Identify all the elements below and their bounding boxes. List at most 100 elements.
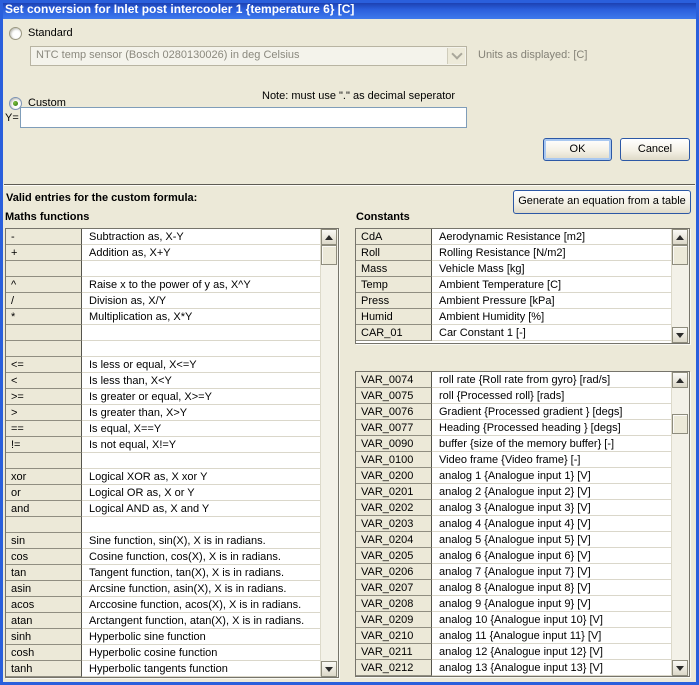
table-row[interactable]: asinArcsine function, asin(X), X is in r…	[6, 581, 321, 597]
table-row[interactable]: VAR_0201analog 2 {Analogue input 2} [V]	[356, 484, 672, 500]
table-row[interactable]: orLogical OR as, X or Y	[6, 485, 321, 501]
combo-dropdown-button[interactable]	[447, 48, 465, 64]
table-row[interactable]: cosCosine function, cos(X), X is in radi…	[6, 549, 321, 565]
row-description	[82, 517, 321, 533]
cancel-button[interactable]: Cancel	[620, 138, 690, 161]
table-row[interactable]: VAR_0204analog 5 {Analogue input 5} [V]	[356, 532, 672, 548]
table-row[interactable]: MassVehicle Mass [kg]	[356, 261, 672, 277]
row-key: cosh	[6, 645, 82, 661]
maths-scrollbar[interactable]	[320, 229, 338, 677]
table-row[interactable]: VAR_0203analog 4 {Analogue input 4} [V]	[356, 516, 672, 532]
table-row[interactable]: VAR_0077Heading {Processed heading } [de…	[356, 420, 672, 436]
title-bar[interactable]: Set conversion for Inlet post intercoole…	[0, 0, 699, 19]
row-key: CdA	[356, 229, 432, 245]
scroll-down-button[interactable]	[672, 327, 688, 343]
table-row[interactable]: VAR_0212analog 13 {Analogue input 13} [V…	[356, 660, 672, 676]
table-row[interactable]: andLogical AND as, X and Y	[6, 501, 321, 517]
variables-scrollbar[interactable]	[671, 372, 689, 676]
table-row[interactable]	[6, 453, 321, 469]
row-description: analog 11 {Analogue input 11} [V]	[432, 628, 672, 644]
table-row[interactable]: ==Is equal, X==Y	[6, 421, 321, 437]
table-row[interactable]	[6, 517, 321, 533]
scroll-down-icon	[676, 666, 684, 671]
table-row[interactable]: tanhHyperbolic tangents function	[6, 661, 321, 677]
table-row[interactable]: RollRolling Resistance [N/m2]	[356, 245, 672, 261]
row-description: Hyperbolic cosine function	[82, 645, 321, 661]
scroll-up-button[interactable]	[672, 229, 688, 245]
table-row[interactable]: <=Is less or equal, X<=Y	[6, 357, 321, 373]
standard-radio[interactable]	[9, 27, 22, 40]
table-row[interactable]: VAR_0211analog 12 {Analogue input 12} [V…	[356, 644, 672, 660]
table-row[interactable]: atanArctangent function, atan(X), X is i…	[6, 613, 321, 629]
variables-list: VAR_0074roll rate {Roll rate from gyro} …	[355, 371, 690, 677]
row-description: Multiplication as, X*Y	[82, 309, 321, 325]
table-row[interactable]: sinSine function, sin(X), X is in radian…	[6, 533, 321, 549]
scroll-down-button[interactable]	[321, 661, 337, 677]
table-row[interactable]: VAR_0208analog 9 {Analogue input 9} [V]	[356, 596, 672, 612]
table-row[interactable]: CdAAerodynamic Resistance [m2]	[356, 229, 672, 245]
table-row[interactable]: TempAmbient Temperature [C]	[356, 277, 672, 293]
table-row[interactable]	[6, 341, 321, 357]
table-row[interactable]: PressAmbient Pressure [kPa]	[356, 293, 672, 309]
row-key: Roll	[356, 245, 432, 261]
table-row[interactable]: ^Raise x to the power of y as, X^Y	[6, 277, 321, 293]
constants-scrollbar[interactable]	[671, 229, 689, 343]
table-row[interactable]: <Is less than, X<Y	[6, 373, 321, 389]
table-row[interactable]: VAR_0076Gradient {Processed gradient } […	[356, 404, 672, 420]
table-row[interactable]: VAR_0200analog 1 {Analogue input 1} [V]	[356, 468, 672, 484]
scroll-up-button[interactable]	[672, 372, 688, 388]
table-row[interactable]: VAR_0209analog 10 {Analogue input 10} [V…	[356, 612, 672, 628]
scrollbar-thumb[interactable]	[672, 414, 688, 434]
table-row[interactable]: VAR_0090buffer {size of the memory buffe…	[356, 436, 672, 452]
sensor-combobox-value: NTC temp sensor (Bosch 0280130026) in de…	[36, 49, 300, 61]
ok-button[interactable]: OK	[543, 138, 612, 161]
table-row[interactable]: +Addition as, X+Y	[6, 245, 321, 261]
table-row[interactable]: CAR_01Car Constant 1 [-]	[356, 325, 672, 341]
constants-list: CdAAerodynamic Resistance [m2]RollRollin…	[355, 228, 690, 344]
table-row[interactable]: -Subtraction as, X-Y	[6, 229, 321, 245]
scrollbar-thumb[interactable]	[321, 245, 337, 265]
generate-equation-button[interactable]: Generate an equation from a table	[513, 190, 691, 214]
table-row[interactable]	[6, 261, 321, 277]
table-row[interactable]	[6, 325, 321, 341]
row-description	[82, 325, 321, 341]
table-row[interactable]: >Is greater than, X>Y	[6, 405, 321, 421]
table-row[interactable]: VAR_0205analog 6 {Analogue input 6} [V]	[356, 548, 672, 564]
table-row[interactable]: tanTangent function, tan(X), X is in rad…	[6, 565, 321, 581]
scrollbar-thumb[interactable]	[672, 245, 688, 265]
table-row[interactable]: *Multiplication as, X*Y	[6, 309, 321, 325]
scroll-down-button[interactable]	[672, 660, 688, 676]
table-row[interactable]: VAR_0207analog 8 {Analogue input 8} [V]	[356, 580, 672, 596]
table-row[interactable]: !=Is not equal, X!=Y	[6, 437, 321, 453]
row-description: Rolling Resistance [N/m2]	[432, 245, 672, 261]
formula-input[interactable]	[20, 107, 467, 128]
row-key: VAR_0212	[356, 660, 432, 676]
row-key: +	[6, 245, 82, 261]
sensor-combobox[interactable]: NTC temp sensor (Bosch 0280130026) in de…	[30, 46, 467, 66]
row-key: Humid	[356, 309, 432, 325]
row-key: CAR_01	[356, 325, 432, 341]
table-row[interactable]: >=Is greater or equal, X>=Y	[6, 389, 321, 405]
table-row[interactable]: coshHyperbolic cosine function	[6, 645, 321, 661]
row-key: /	[6, 293, 82, 309]
table-row[interactable]: HumidAmbient Humidity [%]	[356, 309, 672, 325]
row-description: analog 1 {Analogue input 1} [V]	[432, 468, 672, 484]
scroll-up-button[interactable]	[321, 229, 337, 245]
table-row[interactable]: VAR_0075roll {Processed roll} [rads]	[356, 388, 672, 404]
row-key: VAR_0075	[356, 388, 432, 404]
row-key: VAR_0209	[356, 612, 432, 628]
table-row[interactable]: VAR_0202analog 3 {Analogue input 3} [V]	[356, 500, 672, 516]
table-row[interactable]: VAR_0074roll rate {Roll rate from gyro} …	[356, 372, 672, 388]
table-row[interactable]: /Division as, X/Y	[6, 293, 321, 309]
table-row[interactable]: VAR_0100Video frame {Video frame} [-]	[356, 452, 672, 468]
table-row[interactable]: VAR_0210analog 11 {Analogue input 11} [V…	[356, 628, 672, 644]
chevron-down-icon	[451, 48, 462, 59]
row-description: Logical XOR as, X xor Y	[82, 469, 321, 485]
table-row[interactable]: sinhHyperbolic sine function	[6, 629, 321, 645]
table-row[interactable]: VAR_0206analog 7 {Analogue input 7} [V]	[356, 564, 672, 580]
table-row[interactable]: xorLogical XOR as, X xor Y	[6, 469, 321, 485]
table-row[interactable]: acosArccosine function, acos(X), X is in…	[6, 597, 321, 613]
row-key: or	[6, 485, 82, 501]
row-key: tanh	[6, 661, 82, 677]
row-description: analog 2 {Analogue input 2} [V]	[432, 484, 672, 500]
